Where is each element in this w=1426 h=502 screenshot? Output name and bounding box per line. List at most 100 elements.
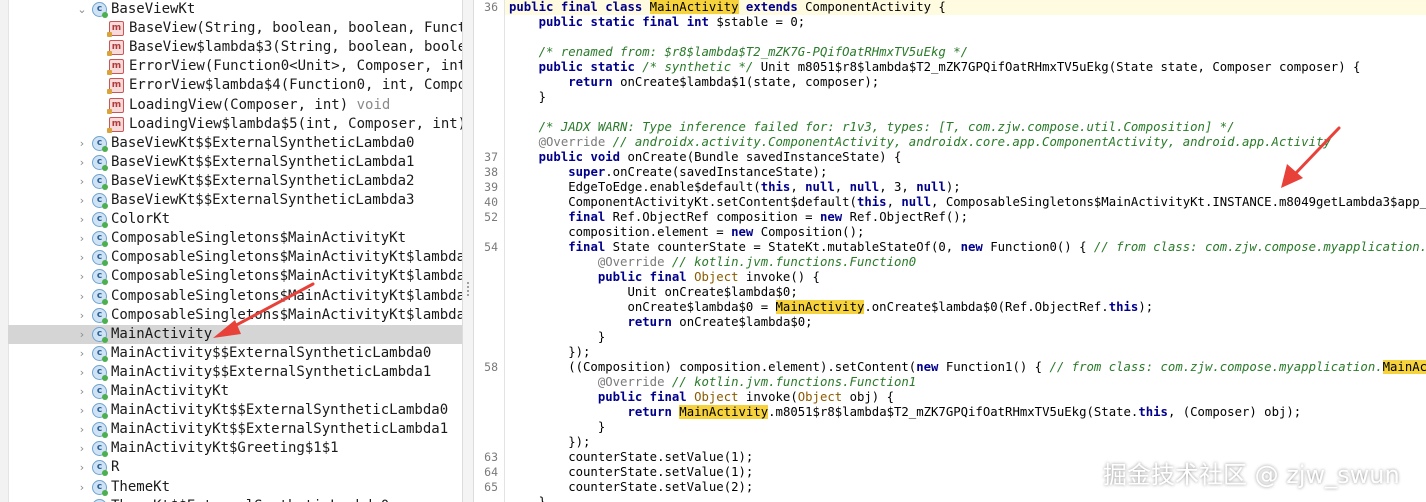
code-line[interactable]: return onCreate$lambda$0; bbox=[509, 315, 812, 330]
chevron-right-icon[interactable]: › bbox=[76, 497, 88, 502]
chevron-right-icon[interactable]: › bbox=[76, 191, 88, 210]
chevron-down-icon[interactable]: ⌄ bbox=[76, 0, 88, 19]
code-line[interactable]: public final Object invoke() { bbox=[509, 270, 820, 285]
chevron-right-icon[interactable]: › bbox=[76, 153, 88, 172]
code-line[interactable]: @Override // androidx.activity.Component… bbox=[509, 135, 1331, 150]
code-token: composition.element = bbox=[509, 225, 732, 239]
code-line[interactable]: @Override // kotlin.jvm.functions.Functi… bbox=[509, 375, 916, 390]
tree-item-label: MainActivity bbox=[111, 325, 213, 342]
tree-item[interactable]: › c MainActivity$$ExternalSyntheticLambda0 bbox=[8, 344, 462, 363]
code-token: /* renamed from: $r8$lambda$T2_mZK7G-PQi… bbox=[509, 45, 969, 59]
chevron-right-icon[interactable]: › bbox=[76, 382, 88, 401]
class-icon: c bbox=[92, 479, 108, 496]
tree-item[interactable]: › c BaseViewKt$$ExternalSyntheticLambda3 bbox=[8, 191, 462, 210]
class-icon: c bbox=[92, 193, 108, 209]
code-line[interactable]: counterState.setValue(1); bbox=[509, 450, 753, 465]
tree-item[interactable]: › c BaseViewKt$$ExternalSyntheticLambda1 bbox=[8, 153, 462, 172]
tree-item[interactable]: m ErrorView(Function0<Unit>, Composer, in… bbox=[8, 57, 462, 76]
tree-item-label: BaseViewKt$$ExternalSyntheticLambda2 bbox=[111, 172, 415, 189]
code-token: Ref.ObjectRef(); bbox=[849, 210, 969, 224]
tree-item[interactable]: › c ComposableSingletons$MainActivityKt$la… bbox=[8, 267, 462, 286]
code-line[interactable]: public static /* synthetic */ Unit m8051… bbox=[509, 60, 1361, 75]
tree-item[interactable]: › c MainActivity bbox=[8, 324, 462, 344]
chevron-right-icon[interactable]: › bbox=[76, 248, 88, 267]
tree-item[interactable]: › c ComposableSingletons$MainActivityKt bbox=[8, 229, 462, 248]
tree-item-label: MainActivityKt$$ExternalSyntheticLambda0 bbox=[111, 402, 449, 419]
code-line[interactable]: counterState.setValue(1); bbox=[509, 465, 753, 480]
chevron-right-icon[interactable]: › bbox=[76, 420, 88, 439]
tree-item[interactable]: m BaseView(String, boolean, boolean, Func… bbox=[8, 19, 462, 38]
code-line[interactable]: return MainActivity.m8051$r8$lambda$T2_m… bbox=[509, 405, 1301, 420]
code-line[interactable]: final State counterState = StateKt.mutab… bbox=[509, 240, 1426, 255]
code-line[interactable]: public void onCreate(Bundle savedInstanc… bbox=[509, 150, 902, 165]
method-icon: m bbox=[107, 21, 124, 38]
code-editor[interactable]: public final class MainActivity extends … bbox=[505, 0, 1426, 502]
tree-item[interactable]: › c MainActivityKt$$ExternalSyntheticLambd… bbox=[8, 420, 462, 439]
chevron-right-icon[interactable]: › bbox=[76, 287, 88, 306]
code-line[interactable]: } bbox=[509, 330, 605, 345]
chevron-right-icon[interactable]: › bbox=[76, 401, 88, 420]
tree-item[interactable]: › c ComposableSingletons$MainActivityKt$la… bbox=[8, 287, 462, 306]
tree-item[interactable]: › c BaseViewKt$$ExternalSyntheticLambda2 bbox=[8, 172, 462, 191]
chevron-right-icon[interactable]: › bbox=[76, 306, 88, 325]
code-token: , bbox=[834, 180, 850, 194]
chevron-right-icon[interactable]: › bbox=[76, 458, 88, 477]
tree-item[interactable]: › c ComposableSingletons$MainActivityKt$la… bbox=[8, 306, 462, 325]
code-token: Composition(); bbox=[760, 225, 865, 239]
panel-splitter[interactable] bbox=[462, 0, 474, 502]
tree-item[interactable]: › c R bbox=[8, 458, 462, 477]
code-line[interactable]: counterState.setValue(2); bbox=[509, 480, 753, 495]
code-line[interactable]: super.onCreate(savedInstanceState); bbox=[509, 165, 827, 180]
chevron-right-icon[interactable]: › bbox=[76, 363, 88, 382]
tree-item[interactable]: › c MainActivityKt$$ExternalSyntheticLambd… bbox=[8, 401, 462, 420]
tree-item[interactable]: › c ThemeKt$$ExternalSyntheticLambda0 bbox=[8, 497, 462, 502]
code-line[interactable]: EdgeToEdge.enable$default(this, null, nu… bbox=[509, 180, 960, 195]
tree-item[interactable]: › c ThemeKt bbox=[8, 478, 462, 497]
code-line[interactable]: onCreate$lambda$0 = MainActivity.onCreat… bbox=[509, 300, 1153, 315]
chevron-right-icon[interactable]: › bbox=[76, 210, 88, 229]
tree-item[interactable]: › c MainActivityKt bbox=[8, 382, 462, 401]
chevron-right-icon[interactable]: › bbox=[76, 439, 88, 458]
tree-item[interactable]: › c ComposableSingletons$MainActivityKt$la… bbox=[8, 248, 462, 267]
code-line[interactable]: @Override // kotlin.jvm.functions.Functi… bbox=[509, 255, 916, 270]
tree-item[interactable]: m LoadingView$lambda$5(int, Composer, int… bbox=[8, 115, 462, 134]
splitter-grip-icon[interactable] bbox=[467, 282, 471, 296]
code-line[interactable]: Unit onCreate$lambda$0; bbox=[509, 285, 797, 300]
code-line[interactable]: } bbox=[509, 420, 605, 435]
tree-item[interactable]: › c MainActivityKt$Greeting$1$1 bbox=[8, 439, 462, 458]
tree-item[interactable]: › c BaseViewKt$$ExternalSyntheticLambda0 bbox=[8, 134, 462, 153]
chevron-right-icon[interactable]: › bbox=[76, 344, 88, 363]
code-line[interactable]: public final class MainActivity extends … bbox=[505, 0, 1426, 15]
code-line[interactable]: } bbox=[509, 495, 546, 502]
search-highlight: MainActivity bbox=[775, 300, 865, 314]
code-line[interactable]: return onCreate$lambda$1(state, composer… bbox=[509, 75, 879, 90]
code-line[interactable]: ((Composition) composition.element).setC… bbox=[509, 360, 1426, 375]
tree-item[interactable]: m LoadingView(Composer, int) void bbox=[8, 96, 462, 115]
code-line[interactable]: composition.element = new Composition(); bbox=[509, 225, 864, 240]
tree-item-label: MainActivityKt$Greeting$1$1 bbox=[111, 440, 339, 457]
code-line[interactable]: public final Object invoke(Object obj) { bbox=[509, 390, 894, 405]
chevron-right-icon[interactable]: › bbox=[76, 229, 88, 248]
code-token: } bbox=[509, 495, 547, 502]
chevron-right-icon[interactable]: › bbox=[76, 134, 88, 153]
tree-item[interactable]: ⌄ c BaseViewKt bbox=[8, 0, 462, 19]
code-line[interactable]: }); bbox=[509, 345, 590, 360]
chevron-right-icon[interactable]: › bbox=[76, 478, 88, 497]
code-line[interactable]: public static final int $stable = 0; bbox=[509, 15, 806, 30]
chevron-right-icon[interactable]: › bbox=[76, 172, 88, 191]
code-line[interactable]: /* renamed from: $r8$lambda$T2_mZK7G-PQi… bbox=[509, 45, 968, 60]
code-line[interactable]: ComponentActivityKt.setContent$default(t… bbox=[509, 195, 1426, 210]
tree-item[interactable]: › c ColorKt bbox=[8, 210, 462, 229]
tree-item[interactable]: m ErrorView$lambda$4(Function0, int, Comp… bbox=[8, 76, 462, 95]
code-token: obj) { bbox=[842, 390, 894, 404]
tree-item[interactable]: › c MainActivity$$ExternalSyntheticLambda1 bbox=[8, 363, 462, 382]
tree-item[interactable]: m BaseView$lambda$3(String, boolean, bool… bbox=[8, 38, 462, 57]
code-token: Unit m8051$r8$lambda$T2_mZK7GPQifOatRHmx… bbox=[753, 60, 1361, 74]
code-line[interactable]: /* JADX WARN: Type inference failed for:… bbox=[509, 120, 1235, 135]
code-line[interactable]: } bbox=[509, 90, 546, 105]
code-line[interactable]: }); bbox=[509, 435, 590, 450]
chevron-right-icon[interactable]: › bbox=[76, 267, 88, 286]
code-line[interactable]: final Ref.ObjectRef composition = new Re… bbox=[509, 210, 968, 225]
chevron-right-icon[interactable]: › bbox=[76, 325, 88, 344]
